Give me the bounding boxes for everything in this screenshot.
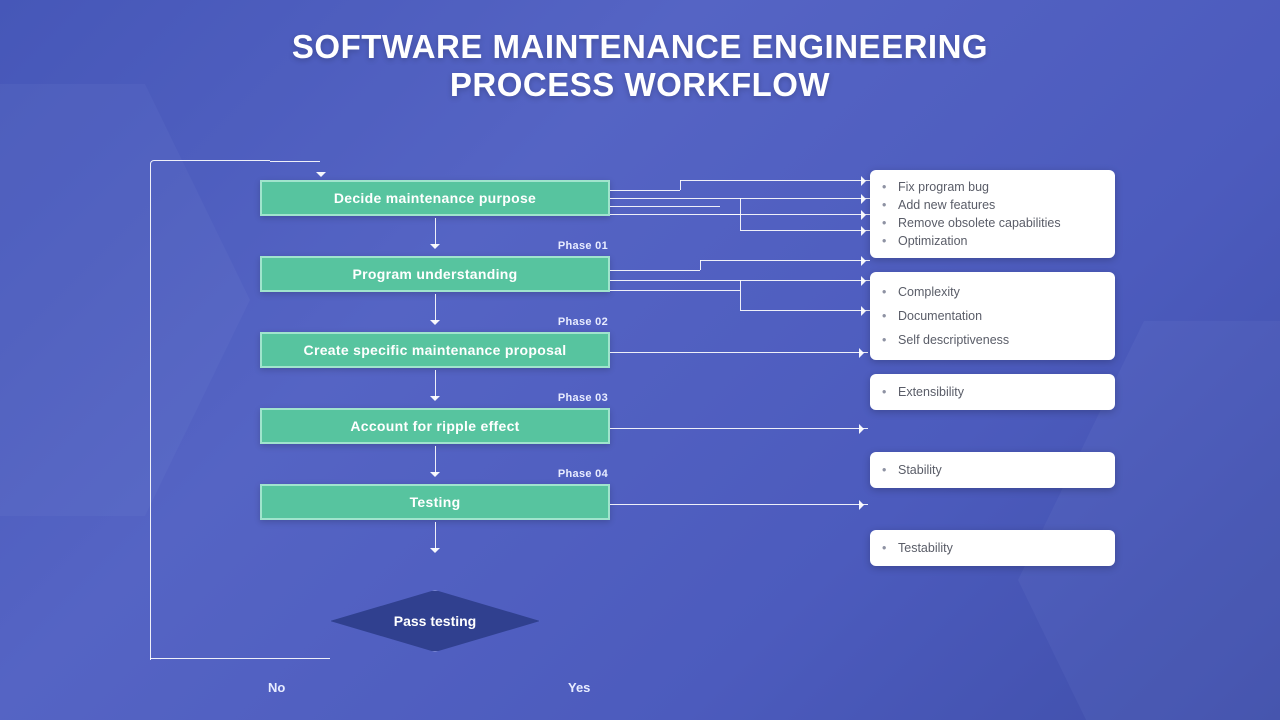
step-label: Program understanding xyxy=(353,266,518,282)
step-label: Account for ripple effect xyxy=(350,418,519,434)
phase-label: Phase 02 xyxy=(558,316,608,328)
step-ripple-effect: Phase 03 Account for ripple effect xyxy=(260,408,610,444)
decision-pass-testing: Pass testing xyxy=(330,590,540,652)
card-testability: Testability xyxy=(870,530,1115,566)
title-line-2: PROCESS WORKFLOW xyxy=(450,66,830,103)
slide-title: SOFTWARE MAINTENANCE ENGINEERING PROCESS… xyxy=(0,28,1280,104)
card-item: Self descriptiveness xyxy=(896,328,1105,352)
fan-step-0 xyxy=(610,180,870,240)
step-label: Testing xyxy=(410,494,461,510)
step-testing: Phase 04 Testing xyxy=(260,484,610,520)
card-item: Complexity xyxy=(896,280,1105,304)
card-extensibility: Extensibility xyxy=(870,374,1115,410)
step-program-understanding: Phase 01 Program understanding xyxy=(260,256,610,292)
step-create-proposal: Phase 02 Create specific maintenance pro… xyxy=(260,332,610,368)
connector-4-decision xyxy=(260,520,610,560)
card-item: Optimization xyxy=(896,232,1105,250)
decision-wrap: Pass testing xyxy=(260,590,610,652)
card-item: Fix program bug xyxy=(896,178,1105,196)
card-item: Remove obsolete capabilities xyxy=(896,214,1105,232)
phase-label: Phase 01 xyxy=(558,240,608,252)
card-program-understanding: Complexity Documentation Self descriptiv… xyxy=(870,272,1115,360)
feedback-loop-bottom xyxy=(150,658,330,659)
step-label: Create specific maintenance proposal xyxy=(304,342,567,358)
flow-column: Decide maintenance purpose Phase 01 Prog… xyxy=(260,180,610,560)
decision-label: Pass testing xyxy=(394,613,476,629)
card-stability: Stability xyxy=(870,452,1115,488)
card-item: Documentation xyxy=(896,304,1105,328)
card-item: Stability xyxy=(896,461,1105,479)
feedback-loop-line xyxy=(150,160,270,660)
conn-step-2 xyxy=(610,352,868,353)
decision-yes-label: Yes xyxy=(568,680,590,695)
title-line-1: SOFTWARE MAINTENANCE ENGINEERING xyxy=(292,28,988,65)
card-item: Extensibility xyxy=(896,383,1105,401)
fan-step-1 xyxy=(610,258,870,318)
card-item: Add new features xyxy=(896,196,1105,214)
conn-step-4 xyxy=(610,504,868,505)
card-maintenance-purpose: Fix program bug Add new features Remove … xyxy=(870,170,1115,258)
detail-cards-column: Fix program bug Add new features Remove … xyxy=(870,170,1115,566)
phase-label: Phase 04 xyxy=(558,468,608,480)
step-decide-purpose: Decide maintenance purpose xyxy=(260,180,610,216)
phase-label: Phase 03 xyxy=(558,392,608,404)
card-item: Testability xyxy=(896,539,1105,557)
step-label: Decide maintenance purpose xyxy=(334,190,536,206)
decision-no-label: No xyxy=(268,680,285,695)
conn-step-3 xyxy=(610,428,868,429)
